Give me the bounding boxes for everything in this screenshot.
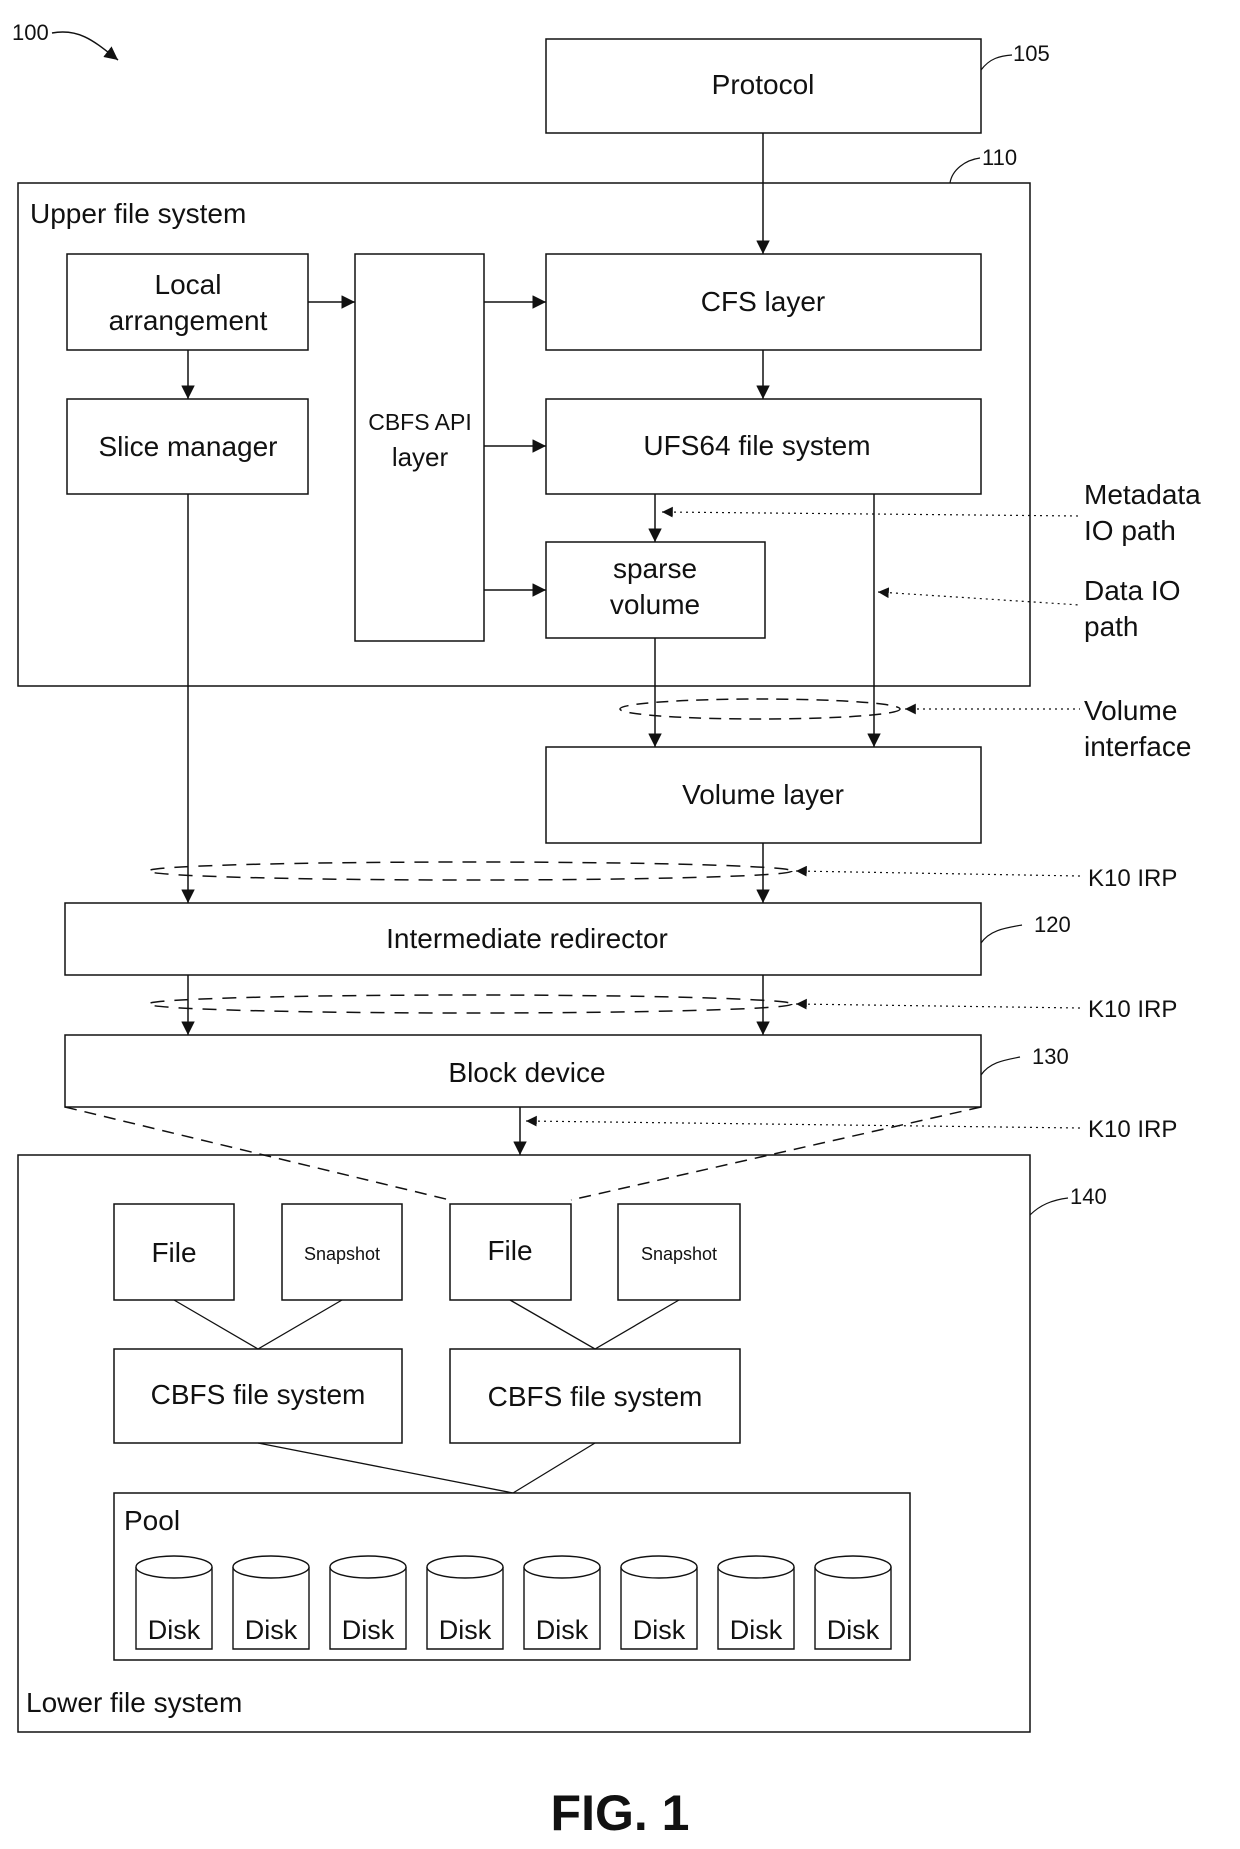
sparse-volume-line2: volume xyxy=(610,589,700,620)
ref-130-leader xyxy=(980,1056,1021,1076)
slice-manager-label: Slice manager xyxy=(99,431,278,462)
intermediate-redirector-box: Intermediate redirector xyxy=(64,902,982,976)
k10-irp-label-1: K10 IRP xyxy=(1088,865,1177,892)
disk-label: Disk xyxy=(342,1615,395,1645)
ref-140-leader xyxy=(1029,1197,1069,1216)
figure-caption: FIG. 1 xyxy=(551,1785,690,1841)
disk-label: Disk xyxy=(148,1615,201,1645)
snapshot-label-2: Snapshot xyxy=(641,1244,717,1264)
cbfs-api-line2: layer xyxy=(392,442,449,472)
volume-interface-line2: interface xyxy=(1084,731,1191,762)
cbfs-api-layer-box: CBFS API layer xyxy=(354,253,485,642)
metadata-io-line1: Metadata xyxy=(1084,479,1201,510)
file-label-2: File xyxy=(487,1235,532,1266)
ufs64-file-system-box: UFS64 file system xyxy=(545,398,982,495)
cbfs-file-system-label-2: CBFS file system xyxy=(488,1381,703,1412)
ufs64-label: UFS64 file system xyxy=(643,430,870,461)
disk-label: Disk xyxy=(633,1615,686,1645)
cbfs-file-system-label-1: CBFS file system xyxy=(151,1379,366,1410)
cbfs-file-system-box-1: CBFS file system xyxy=(113,1348,403,1444)
ref-120-leader xyxy=(980,924,1023,944)
k10-irp-label-2: K10 IRP xyxy=(1088,996,1177,1023)
snapshot-box-1: Snapshot xyxy=(281,1203,403,1301)
data-io-line2: path xyxy=(1084,611,1139,642)
pool-title: Pool xyxy=(124,1505,180,1536)
k10-irp-marker-2: K10 IRP xyxy=(147,994,1177,1023)
cfs-layer-label: CFS layer xyxy=(701,286,825,317)
disk-1: Disk xyxy=(135,1555,213,1650)
lower-file-system-title: Lower file system xyxy=(26,1687,242,1718)
cfs-layer-box: CFS layer xyxy=(545,253,982,351)
ref-100-arrow xyxy=(51,31,119,61)
ref-110-leader xyxy=(949,157,981,184)
cbfs-file-system-box-2: CBFS file system xyxy=(449,1348,741,1444)
k10-irp-label-3: K10 IRP xyxy=(1088,1116,1177,1143)
protocol-box: Protocol xyxy=(545,38,982,134)
data-io-line1: Data IO xyxy=(1084,575,1180,606)
intermediate-redirector-label: Intermediate redirector xyxy=(386,923,668,954)
metadata-io-line2: IO path xyxy=(1084,515,1176,546)
disk-label: Disk xyxy=(827,1615,880,1645)
data-io-path-annotation: Data IO path xyxy=(877,575,1180,642)
snapshot-box-2: Snapshot xyxy=(617,1203,741,1301)
storage-architecture-diagram: 100 Protocol 105 Upper file system 110 L… xyxy=(12,20,1201,1841)
ref-110-label: 110 xyxy=(982,145,1017,170)
snapshot-label-1: Snapshot xyxy=(304,1244,380,1264)
file-box-2: File xyxy=(449,1203,572,1301)
k10-irp-marker-3: K10 IRP xyxy=(525,1115,1177,1143)
ref-105-label: 105 xyxy=(1013,41,1050,66)
ref-120-label: 120 xyxy=(1034,912,1071,937)
disk-label: Disk xyxy=(730,1615,783,1645)
file-box-1: File xyxy=(113,1203,235,1301)
protocol-label: Protocol xyxy=(712,69,815,100)
ref-100-label: 100 xyxy=(12,20,49,45)
volume-layer-box: Volume layer xyxy=(545,746,982,844)
file-label-1: File xyxy=(151,1237,196,1268)
sparse-volume-box: sparse volume xyxy=(545,541,766,639)
disk-label: Disk xyxy=(439,1615,492,1645)
block-device-label: Block device xyxy=(448,1057,605,1088)
disk-label: Disk xyxy=(536,1615,589,1645)
slice-manager-box: Slice manager xyxy=(66,398,309,495)
ref-140-label: 140 xyxy=(1070,1184,1107,1209)
disk-3: Disk xyxy=(329,1555,407,1650)
block-device-expansion-lines xyxy=(64,1106,982,1201)
sparse-volume-line1: sparse xyxy=(613,553,697,584)
disk-label: Disk xyxy=(245,1615,298,1645)
upper-file-system-title: Upper file system xyxy=(30,198,246,229)
disk-4: Disk xyxy=(426,1555,504,1650)
disk-6: Disk xyxy=(620,1555,698,1650)
volume-layer-label: Volume layer xyxy=(682,779,844,810)
disk-7: Disk xyxy=(717,1555,795,1650)
ref-130-label: 130 xyxy=(1032,1044,1069,1069)
local-arrangement-line1: Local xyxy=(155,269,222,300)
disk-2: Disk xyxy=(232,1555,310,1650)
k10-irp-marker-1: K10 IRP xyxy=(147,861,1177,892)
volume-interface-line1: Volume xyxy=(1084,695,1177,726)
disk-5: Disk xyxy=(523,1555,601,1650)
ref-105-leader xyxy=(980,54,1013,71)
block-device-box: Block device xyxy=(64,1034,982,1108)
local-arrangement-box: Local arrangement xyxy=(66,253,309,351)
disk-8: Disk xyxy=(814,1555,892,1650)
cbfs-api-line1: CBFS API xyxy=(368,409,472,435)
local-arrangement-line2: arrangement xyxy=(109,305,268,336)
